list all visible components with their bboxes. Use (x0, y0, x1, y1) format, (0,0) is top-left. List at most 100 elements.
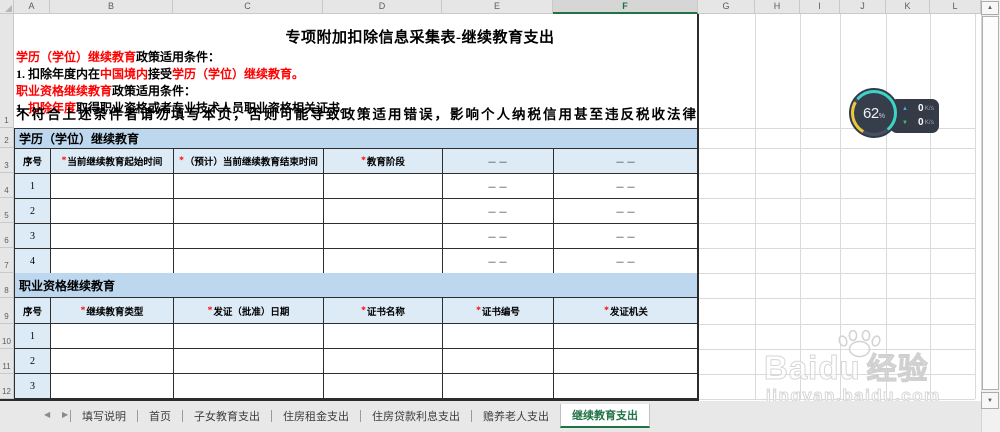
input-cell[interactable] (554, 374, 699, 399)
placeholder-cell[interactable]: －－ (554, 224, 699, 249)
input-cell[interactable] (554, 349, 699, 374)
progress-circle-widget[interactable]: 62 % (849, 88, 899, 138)
column-header-k[interactable]: K (886, 0, 930, 14)
vscroll-up-button[interactable]: ▲ (981, 1, 999, 15)
row-header-8[interactable]: 8 (0, 273, 14, 298)
row-header-11[interactable]: 11 (0, 349, 14, 374)
column-header-g[interactable]: G (698, 0, 755, 14)
row-header-6[interactable]: 6 (0, 223, 14, 248)
header-seq[interactable]: 序号 (15, 149, 51, 174)
input-cell[interactable] (324, 199, 443, 224)
placeholder-cell[interactable]: －－ (443, 249, 554, 274)
input-cell[interactable] (174, 374, 324, 399)
section-header[interactable]: 职业资格继续教育 (15, 273, 699, 298)
row-header-10[interactable]: 10 (0, 324, 14, 349)
input-cell[interactable] (51, 199, 174, 224)
tab-continuing-education-active[interactable]: 继续教育支出 (560, 404, 650, 428)
input-cell[interactable] (324, 324, 443, 349)
input-cell[interactable] (554, 324, 699, 349)
row-header-5[interactable]: 5 (0, 198, 14, 223)
input-cell[interactable] (51, 324, 174, 349)
row-number[interactable]: 1 (15, 324, 51, 349)
column-header-b[interactable]: B (50, 0, 173, 14)
download-speed-value: 0 (918, 117, 924, 128)
row-header-12[interactable]: 12 (0, 374, 14, 399)
column-header-a[interactable]: A (14, 0, 50, 14)
header-education-type[interactable]: * 继续教育类型 (51, 298, 174, 324)
tab-housing-rent[interactable]: 住房租金支出 (272, 404, 360, 428)
header-issue-date[interactable]: * 发证（批准）日期 (174, 298, 324, 324)
placeholder-cell[interactable]: －－ (554, 199, 699, 224)
input-cell[interactable] (174, 199, 324, 224)
input-cell[interactable] (324, 249, 443, 274)
input-cell[interactable] (51, 224, 174, 249)
row-header-2[interactable]: 2 (0, 128, 14, 148)
placeholder-cell[interactable]: －－ (443, 174, 554, 199)
placeholder-cell[interactable]: －－ (443, 199, 554, 224)
input-cell[interactable] (174, 224, 324, 249)
input-cell[interactable] (324, 174, 443, 199)
input-cell[interactable] (443, 349, 554, 374)
row-number[interactable]: 2 (15, 199, 51, 224)
column-header-c[interactable]: C (173, 0, 323, 14)
form-title: 专项附加扣除信息采集表-继续教育支出 (285, 30, 555, 46)
tab-elderly-support[interactable]: 赡养老人支出 (472, 404, 560, 428)
row-header-4[interactable]: 4 (0, 173, 14, 198)
row-number[interactable]: 1 (15, 174, 51, 199)
input-cell[interactable] (174, 174, 324, 199)
required-asterisk: * (207, 305, 213, 316)
tab-fill-instructions[interactable]: 填写说明 (71, 404, 137, 428)
section-header[interactable]: 学历（学位）继续教育 (15, 129, 699, 149)
header-issuing-authority[interactable]: * 发证机关 (554, 298, 699, 324)
vscroll-thumb[interactable] (982, 16, 999, 390)
tab-mortgage-interest[interactable]: 住房贷款利息支出 (361, 404, 471, 428)
input-cell[interactable] (324, 374, 443, 399)
vscroll-down-button[interactable]: ▼ (981, 392, 999, 409)
tab-home[interactable]: 首页 (138, 404, 182, 428)
row-number[interactable]: 4 (15, 249, 51, 274)
input-cell[interactable] (51, 349, 174, 374)
row-header-3[interactable]: 3 (0, 148, 14, 173)
header-education-stage[interactable]: * 教育阶段 (324, 149, 443, 174)
row-number[interactable]: 2 (15, 349, 51, 374)
header-label: 当前继续教育起始时间 (67, 158, 163, 168)
row-header-1[interactable]: 1 (0, 14, 14, 128)
header-start-date[interactable]: * 当前继续教育起始时间 (51, 149, 174, 174)
row-number[interactable]: 3 (15, 224, 51, 249)
column-header-h[interactable]: H (755, 0, 800, 14)
tab-scroll-right-icon[interactable]: ▶ (62, 410, 68, 419)
input-cell[interactable] (51, 249, 174, 274)
row-header-9[interactable]: 9 (0, 298, 14, 324)
placeholder-cell[interactable]: －－ (443, 224, 554, 249)
column-header-l[interactable]: L (930, 0, 981, 14)
header-certificate-name[interactable]: * 证书名称 (324, 298, 443, 324)
select-all-corner[interactable] (0, 0, 14, 14)
header-placeholder[interactable]: －－ (443, 149, 554, 174)
row-number[interactable]: 3 (15, 374, 51, 399)
placeholder-cell[interactable]: －－ (554, 249, 699, 274)
column-header-e[interactable]: E (442, 0, 553, 14)
column-header-j[interactable]: J (840, 0, 886, 14)
header-seq[interactable]: 序号 (15, 298, 51, 324)
input-cell[interactable] (443, 324, 554, 349)
tab-scroll-left-icon[interactable]: ◀ (44, 410, 50, 419)
tab-child-education[interactable]: 子女教育支出 (183, 404, 271, 428)
sheet-tab-bar: ◀ ▶ 填写说明 首页 子女教育支出 住房租金支出 住房贷款利息支出 赡养老人支… (0, 401, 981, 432)
column-header-i[interactable]: I (800, 0, 840, 14)
column-header-f-selected[interactable]: F (553, 0, 698, 14)
progress-percent: 62 (863, 104, 879, 122)
input-cell[interactable] (51, 174, 174, 199)
header-certificate-number[interactable]: * 证书编号 (443, 298, 554, 324)
header-end-date[interactable]: * （预计）当前继续教育结束时间 (174, 149, 324, 174)
header-placeholder[interactable]: －－ (554, 149, 699, 174)
input-cell[interactable] (51, 374, 174, 399)
placeholder-cell[interactable]: －－ (554, 174, 699, 199)
input-cell[interactable] (174, 349, 324, 374)
column-header-d[interactable]: D (323, 0, 442, 14)
input-cell[interactable] (174, 249, 324, 274)
input-cell[interactable] (174, 324, 324, 349)
input-cell[interactable] (443, 374, 554, 399)
row-header-7[interactable]: 7 (0, 248, 14, 273)
input-cell[interactable] (324, 349, 443, 374)
input-cell[interactable] (324, 224, 443, 249)
